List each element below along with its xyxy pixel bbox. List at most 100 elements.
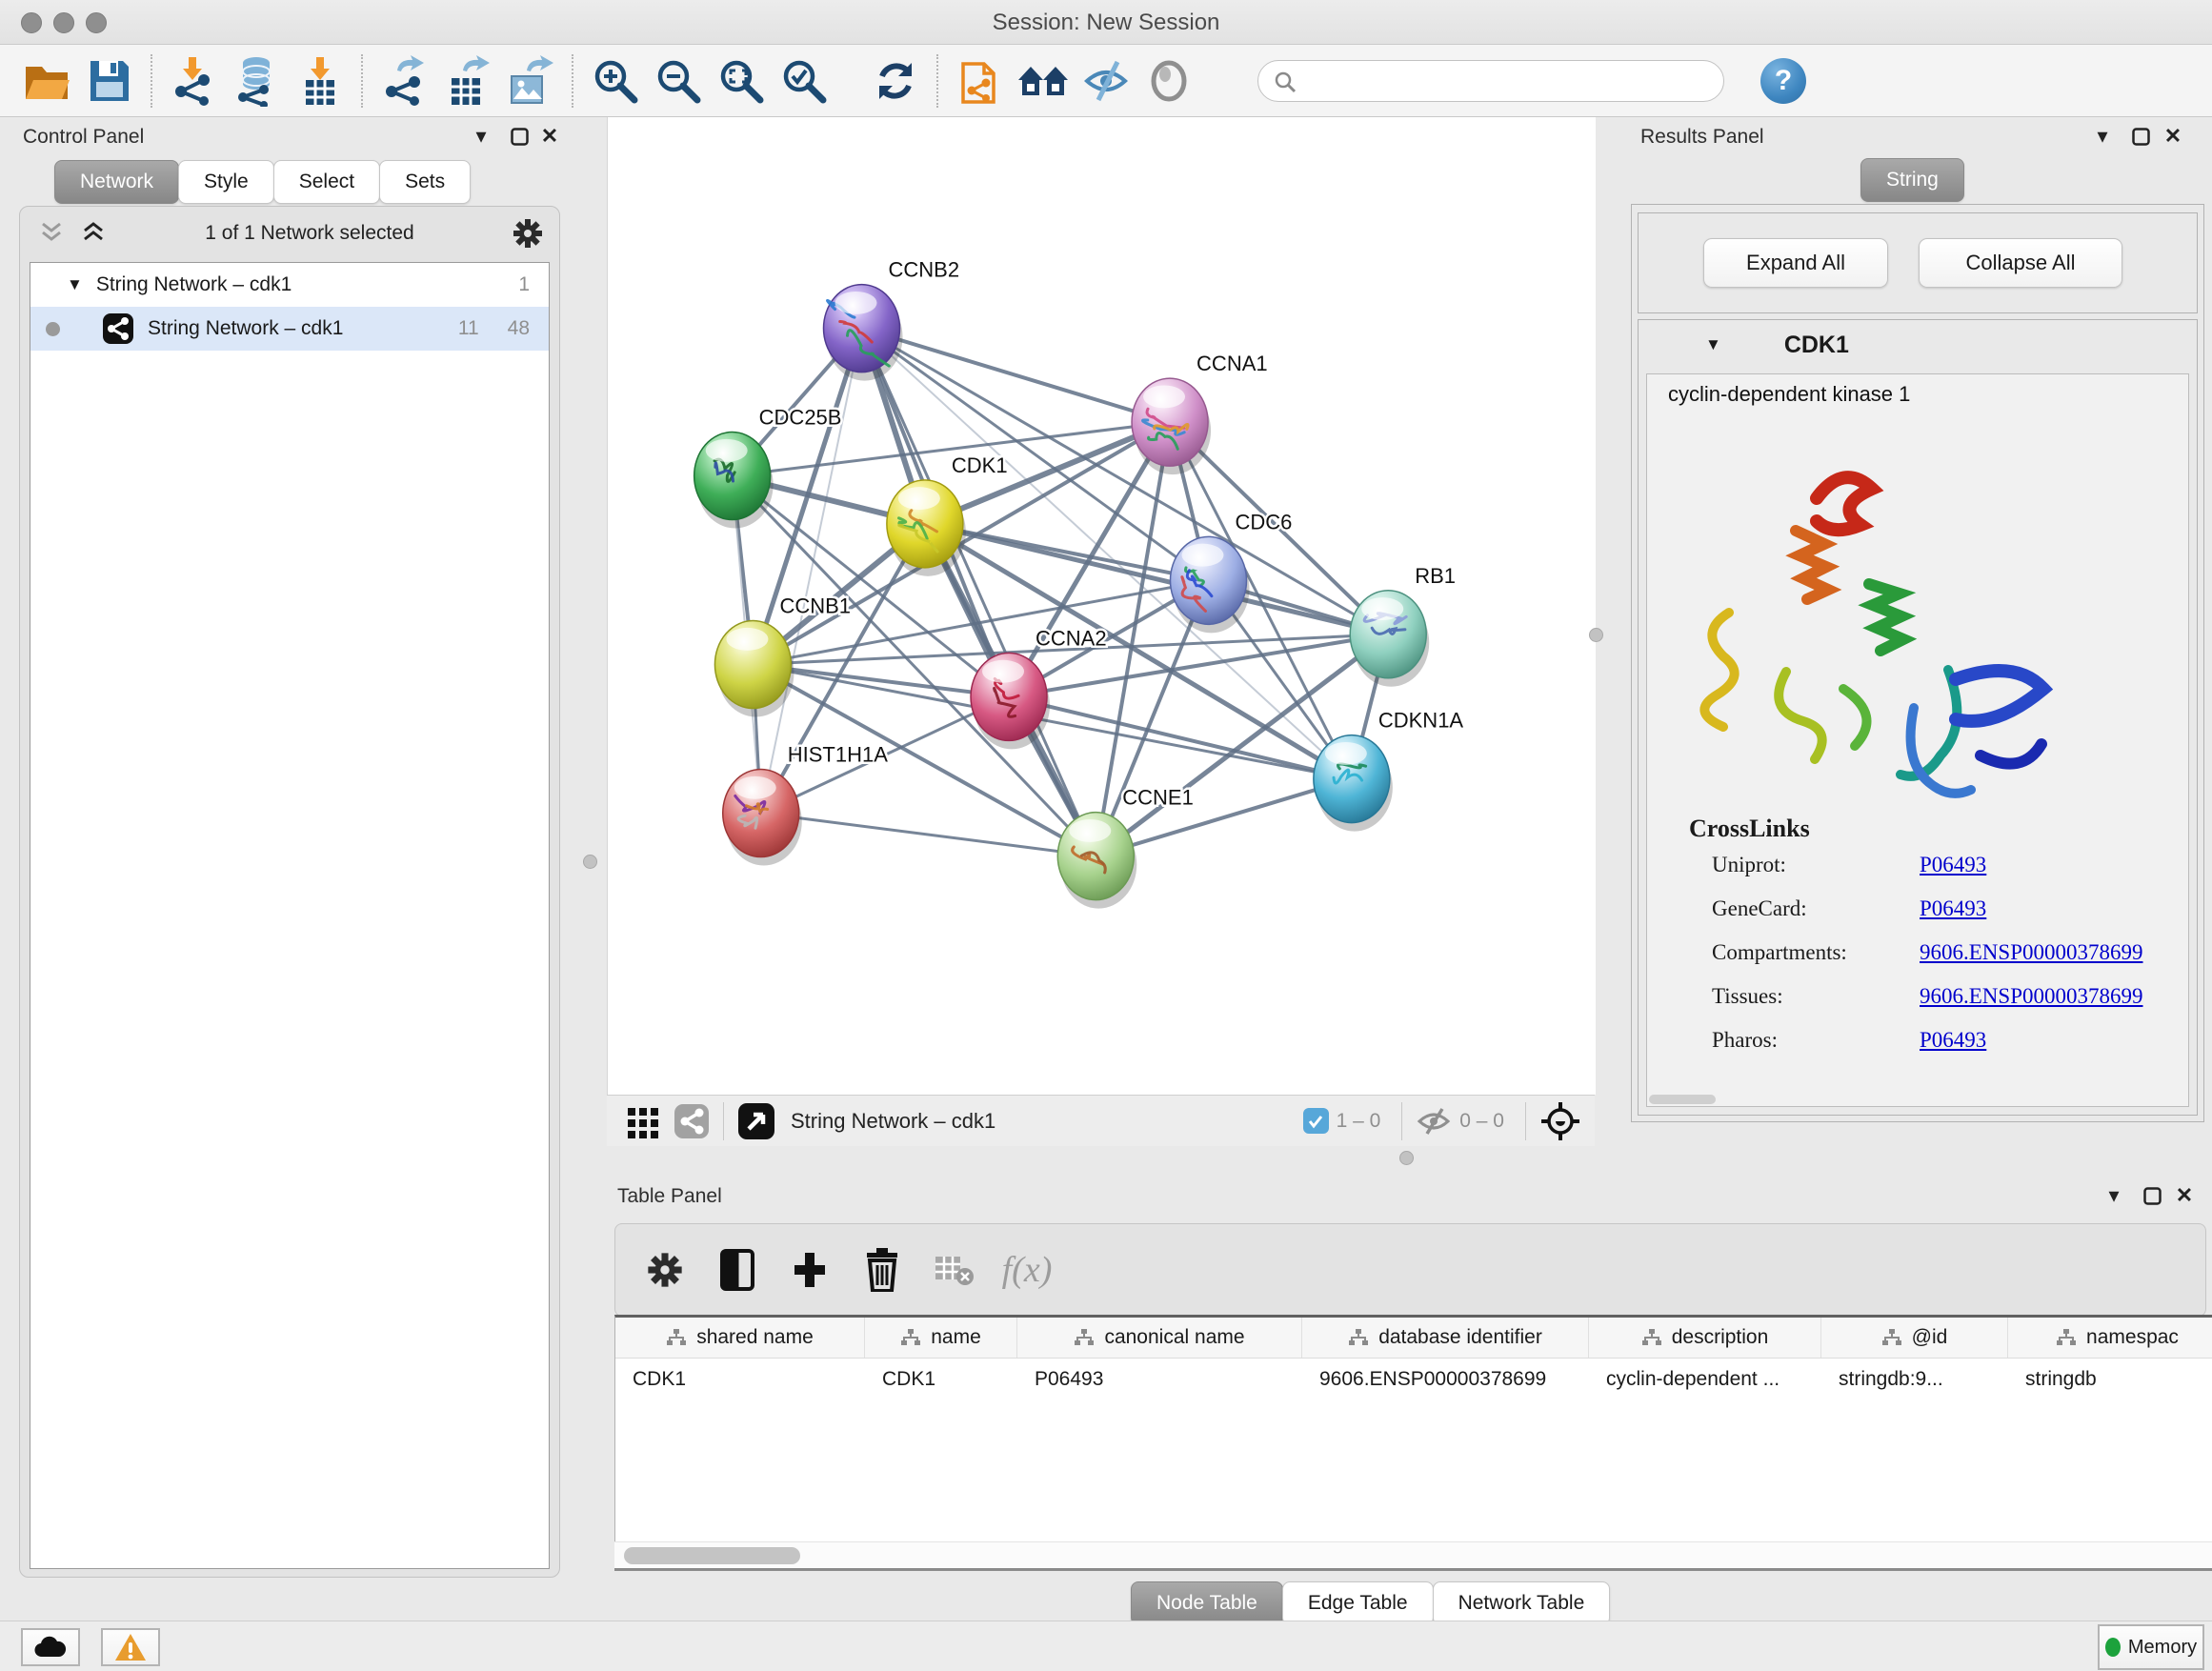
control-panel-float-button[interactable] [505, 122, 533, 151]
column-header-shared-name[interactable]: shared name [615, 1318, 865, 1358]
hide-glass-button[interactable] [1075, 51, 1137, 111]
tab-edge-table[interactable]: Edge Table [1282, 1581, 1434, 1625]
network-edge[interactable] [862, 329, 1171, 422]
results-panel-float-button[interactable] [2126, 122, 2155, 151]
tab-node-table[interactable]: Node Table [1131, 1581, 1283, 1625]
network-node-ccne1[interactable]: CCNE1 [1057, 786, 1194, 909]
table-panel-float-button[interactable] [2138, 1181, 2166, 1210]
crosslink-row: GeneCard:P06493 [1647, 887, 2188, 931]
column-header-description[interactable]: description [1589, 1318, 1821, 1358]
left-splitter-handle[interactable] [583, 855, 597, 869]
gene-section-header[interactable]: ▼ CDK1 [1639, 320, 2197, 370]
network-node-ccna1[interactable]: CCNA1 [1132, 352, 1268, 474]
network-node-ccnb1[interactable]: CCNB1 [714, 594, 851, 717]
network-node-rb1[interactable]: RB1 [1350, 564, 1456, 687]
collapse-all-button[interactable]: Collapse All [1919, 238, 2122, 288]
import-table-button[interactable] [289, 51, 352, 111]
import-network-database-button[interactable] [226, 51, 289, 111]
export-image-button[interactable] [499, 51, 562, 111]
tab-select[interactable]: Select [273, 160, 380, 204]
table-horizontal-scrollbar[interactable] [614, 1541, 2212, 1569]
column-header-@id[interactable]: @id [1821, 1318, 2008, 1358]
gene-expand-arrow[interactable]: ▼ [1705, 335, 1721, 354]
first-neighbors-button[interactable] [949, 51, 1012, 111]
zoom-fit-button[interactable] [710, 51, 773, 111]
column-header-database-identifier[interactable]: database identifier [1302, 1318, 1589, 1358]
network-node-cdc6[interactable]: CDC6 [1170, 510, 1292, 633]
table-row[interactable]: CDK1CDK1P064939606.ENSP00000378699cyclin… [615, 1359, 2212, 1400]
control-panel-collapse-button[interactable]: ▾ [467, 122, 495, 151]
memory-button[interactable]: Memory [2098, 1624, 2204, 1670]
network-edge[interactable] [862, 329, 1096, 856]
cloud-status-button[interactable] [21, 1628, 80, 1666]
collapse-all-icon[interactable] [37, 219, 66, 248]
network-selected-status: 1 of 1 Network selected [108, 222, 512, 245]
network-node-ccnb2[interactable]: CCNB2 [824, 258, 960, 381]
column-header-canonical-name[interactable]: canonical name [1017, 1318, 1302, 1358]
string-home-button[interactable] [1012, 51, 1075, 111]
network-canvas[interactable]: CCNB2 CCNA1 CDC25B CDK1 CDC6 RB1 CCNB1 CCNA2 CDK… [607, 117, 1596, 1095]
column-header-name[interactable]: name [865, 1318, 1017, 1358]
table-cell: CDK1 [615, 1359, 865, 1400]
apply-layout-button[interactable] [864, 51, 927, 111]
right-splitter-handle[interactable] [1589, 628, 1603, 642]
node-table: shared namenamecanonical namedatabase id… [614, 1315, 2212, 1544]
network-edge[interactable] [761, 329, 862, 814]
crosslink-link[interactable]: P06493 [1920, 896, 1986, 921]
create-column-button[interactable] [774, 1237, 846, 1303]
scrollbar-thumb[interactable] [624, 1547, 800, 1564]
open-session-button[interactable] [15, 51, 78, 111]
network-node-cdk1[interactable]: CDK1 [887, 453, 1008, 576]
table-options-button[interactable] [629, 1237, 701, 1303]
table-panel-close-button[interactable]: ✕ [2170, 1181, 2199, 1210]
crosslink-link[interactable]: 9606.ENSP00000378699 [1920, 940, 2143, 965]
network-edge[interactable] [862, 329, 1389, 634]
crosslink-link[interactable]: 9606.ENSP00000378699 [1920, 984, 2143, 1009]
table-panel-collapse-button[interactable]: ▾ [2100, 1181, 2128, 1210]
warnings-button[interactable] [101, 1628, 160, 1666]
network-node-ccna2[interactable]: CCNA2 [971, 626, 1107, 749]
zoom-out-button[interactable] [647, 51, 710, 111]
network-node-cdkn1a[interactable]: CDKN1A [1314, 709, 1464, 832]
network-node-cdc25b[interactable]: CDC25B [694, 406, 842, 529]
grid-view-icon[interactable] [626, 1104, 660, 1138]
search-input[interactable] [1257, 60, 1724, 102]
zoom-in-button[interactable] [584, 51, 647, 111]
zoom-selected-button[interactable] [773, 51, 835, 111]
control-panel-close-button[interactable]: ✕ [535, 122, 564, 151]
import-network-file-button[interactable] [163, 51, 226, 111]
show-columns-button[interactable] [701, 1237, 774, 1303]
tab-style[interactable]: Style [178, 160, 274, 204]
collection-expand-arrow[interactable]: ▼ [67, 275, 83, 294]
export-table-button[interactable] [436, 51, 499, 111]
delete-column-button[interactable] [846, 1237, 918, 1303]
selected-nodes-checkbox[interactable] [1303, 1108, 1329, 1134]
crosslink-link[interactable]: P06493 [1920, 1028, 1986, 1053]
tab-string[interactable]: String [1860, 158, 1964, 202]
expand-all-icon[interactable] [79, 219, 108, 248]
expand-all-button[interactable]: Expand All [1703, 238, 1888, 288]
save-session-button[interactable] [78, 51, 141, 111]
results-horizontal-scrollbar[interactable] [1649, 1095, 1716, 1104]
network-graph[interactable]: CCNB2 CCNA1 CDC25B CDK1 CDC6 RB1 CCNB1 CCNA2 CDK… [608, 117, 1596, 1095]
export-network-button[interactable] [373, 51, 436, 111]
network-row[interactable]: String Network – cdk1 11 48 [30, 307, 549, 351]
network-view-icon[interactable] [674, 1103, 710, 1139]
tab-sets[interactable]: Sets [379, 160, 471, 204]
gear-icon[interactable] [512, 217, 544, 250]
horizontal-splitter-handle[interactable] [1399, 1151, 1414, 1165]
birds-eye-toggle-icon[interactable] [737, 1102, 775, 1140]
fit-content-crosshair-icon[interactable] [1539, 1100, 1581, 1142]
crosslink-link[interactable]: P06493 [1920, 853, 1986, 877]
show-glass-button[interactable] [1137, 51, 1200, 111]
results-panel-close-button[interactable]: ✕ [2159, 122, 2187, 151]
tab-network[interactable]: Network [54, 160, 179, 204]
column-header-namespac[interactable]: namespac [2008, 1318, 2212, 1358]
results-panel-collapse-button[interactable]: ▾ [2088, 122, 2117, 151]
help-button[interactable]: ? [1760, 58, 1806, 104]
network-edge[interactable] [925, 524, 1388, 634]
tab-network-table[interactable]: Network Table [1433, 1581, 1611, 1625]
network-edge[interactable] [761, 814, 1096, 856]
network-collection-row[interactable]: ▼ String Network – cdk1 1 [30, 263, 549, 307]
network-node-hist1h1a[interactable]: HIST1H1A [723, 743, 888, 866]
